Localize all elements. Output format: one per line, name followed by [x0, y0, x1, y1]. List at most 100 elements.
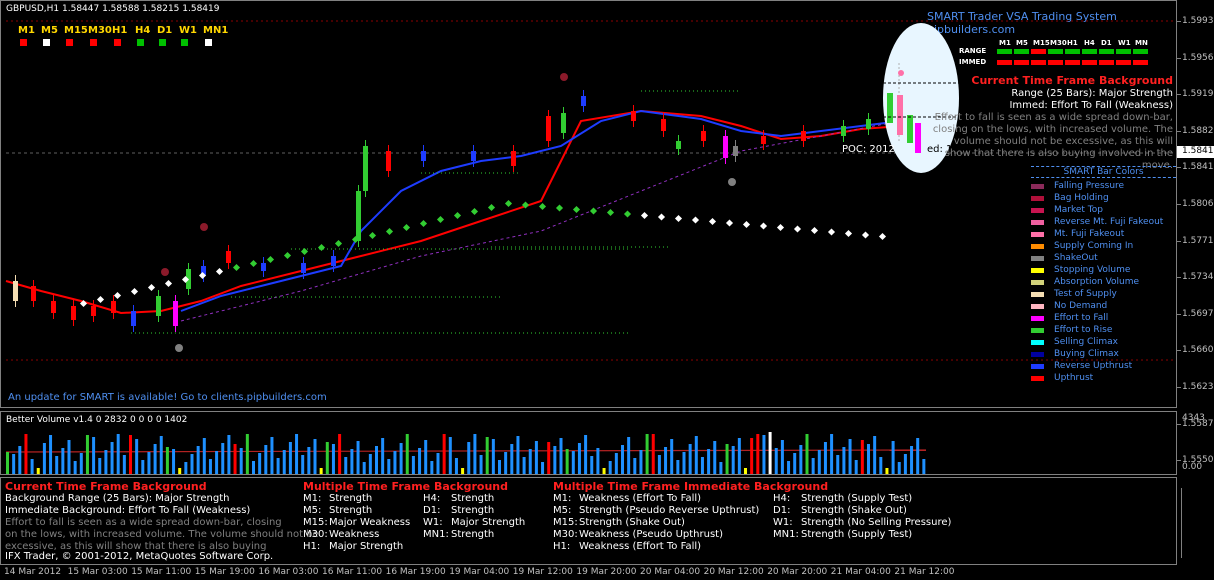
signal-diamond	[504, 199, 513, 208]
volume-bar	[731, 446, 735, 474]
volume-bar	[98, 458, 102, 474]
signal-diamond	[419, 219, 428, 228]
signal-diamond	[470, 207, 479, 216]
background-desc-4: show that there is also buying involved …	[944, 148, 1173, 159]
volume-bar	[596, 448, 600, 474]
volume-bar	[805, 434, 809, 474]
volume-bar	[737, 438, 741, 474]
signal-diamond	[249, 259, 258, 268]
signal-diamond	[402, 223, 411, 232]
legend-item: Market Top	[1031, 204, 1176, 216]
volume-panel[interactable]: Better Volume v1.4 0 2832 0 0 0 0 1402	[0, 411, 1177, 475]
volume-bar	[331, 444, 335, 474]
signal-diamond	[776, 223, 785, 232]
volume-bar	[282, 450, 286, 474]
legend-label: Supply Coming In	[1054, 241, 1134, 251]
legend-item: No Demand	[1031, 300, 1176, 312]
signal-diamond	[810, 226, 819, 235]
candle-body	[841, 126, 846, 136]
volume-bar	[375, 446, 378, 474]
candle-body	[801, 131, 806, 141]
volume-bar	[338, 434, 342, 474]
volume-bar	[707, 449, 711, 474]
signal-diamond	[555, 204, 564, 212]
volume-bar	[190, 454, 194, 474]
volume-bars	[5, 432, 927, 474]
signal-diamond	[113, 291, 122, 300]
mtf-block: Multiple Time Frame Background M1: Streng…	[303, 480, 525, 553]
background-desc-2: closing on the lows, with increased volu…	[932, 124, 1173, 135]
price-tick	[1177, 167, 1181, 169]
mtf-tf: H4:	[423, 493, 441, 504]
volume-bar	[239, 448, 243, 474]
time-label: 16 Mar 19:00	[385, 567, 446, 577]
matrix-immed-cell	[1014, 60, 1029, 65]
price-tick	[1177, 57, 1181, 59]
matrix-immed-cell	[1031, 60, 1046, 65]
volume-bar	[61, 448, 65, 474]
mtf-tf: M5:	[553, 505, 572, 516]
volume-bar	[553, 446, 557, 474]
signal-diamond	[878, 232, 887, 241]
volume-bar	[842, 447, 846, 474]
volume-bar	[104, 450, 108, 474]
legend-item: ShakeOut	[1031, 252, 1176, 264]
volume-bar	[639, 450, 643, 474]
mtf-tf: M1:	[303, 493, 322, 504]
legend-swatch	[1031, 339, 1044, 345]
volume-bar	[627, 437, 631, 474]
main-chart-panel[interactable]: GBPUSD,H1 1.58447 1.58588 1.58215 1.5841…	[0, 0, 1177, 408]
matrix-header: M30	[1050, 39, 1067, 47]
price-tick	[1177, 94, 1181, 96]
volume-bar	[744, 468, 747, 474]
mtf-tf	[423, 541, 451, 553]
signal-diamond	[572, 205, 581, 214]
volume-average-line	[5, 449, 927, 453]
volume-bar	[608, 461, 612, 474]
matrix-immed-cell	[1133, 60, 1148, 65]
volume-bar	[141, 460, 145, 474]
volume-bar	[910, 446, 914, 474]
mtfi-title: Multiple Time Frame Immediate Background	[553, 480, 829, 493]
signal-diamond	[147, 283, 156, 292]
signal-diamond	[793, 225, 802, 233]
candle-body	[761, 136, 766, 144]
matrix-header: MN	[1135, 39, 1148, 47]
volume-bar	[387, 459, 391, 474]
legend-label: Selling Climax	[1054, 337, 1118, 347]
volume-bar	[165, 447, 169, 474]
volume-bar	[559, 438, 563, 474]
matrix-range-cell	[1065, 49, 1080, 54]
legend-label: Test of Supply	[1054, 289, 1117, 299]
matrix-range-cell	[1082, 49, 1097, 54]
mtf-row: M30: Weakness (Pseudo Upthrust) MN1: Streng…	[553, 529, 951, 541]
volume-bar	[645, 434, 649, 474]
current-price-label: 1.58419	[1182, 146, 1214, 156]
legend-label: Mt. Fuji Fakeout	[1054, 229, 1125, 239]
matrix-header: M1	[999, 39, 1011, 47]
legend-label: ShakeOut	[1054, 253, 1098, 263]
candle-body	[356, 191, 361, 241]
price-tick	[1177, 350, 1181, 352]
volume-bar	[319, 468, 323, 474]
candle-body	[676, 141, 681, 149]
candle-body	[701, 131, 706, 141]
signal-diamond	[385, 227, 394, 236]
legend-item: Upthrust	[1031, 372, 1176, 384]
volume-bar	[67, 440, 71, 474]
volume-bar	[491, 439, 495, 474]
signal-diamond	[827, 228, 836, 236]
volume-bar	[430, 461, 434, 474]
volume-bar	[276, 458, 280, 474]
mtf-value: Weakness (Pseudo Upthrust)	[579, 529, 723, 540]
volume-bar	[208, 459, 212, 474]
mtf-tf	[773, 541, 801, 553]
volume-bar	[313, 439, 317, 474]
signal-diamond	[844, 229, 853, 238]
update-notice[interactable]: An update for SMART is available! Go to …	[8, 392, 327, 404]
info-panel: Current Time Frame Background Background…	[0, 477, 1177, 565]
time-label: 19 Mar 04:00	[449, 567, 510, 577]
price-label: 1.56230	[1182, 382, 1214, 392]
volume-bar	[854, 460, 858, 474]
matrix-immed-cell	[1082, 60, 1097, 65]
